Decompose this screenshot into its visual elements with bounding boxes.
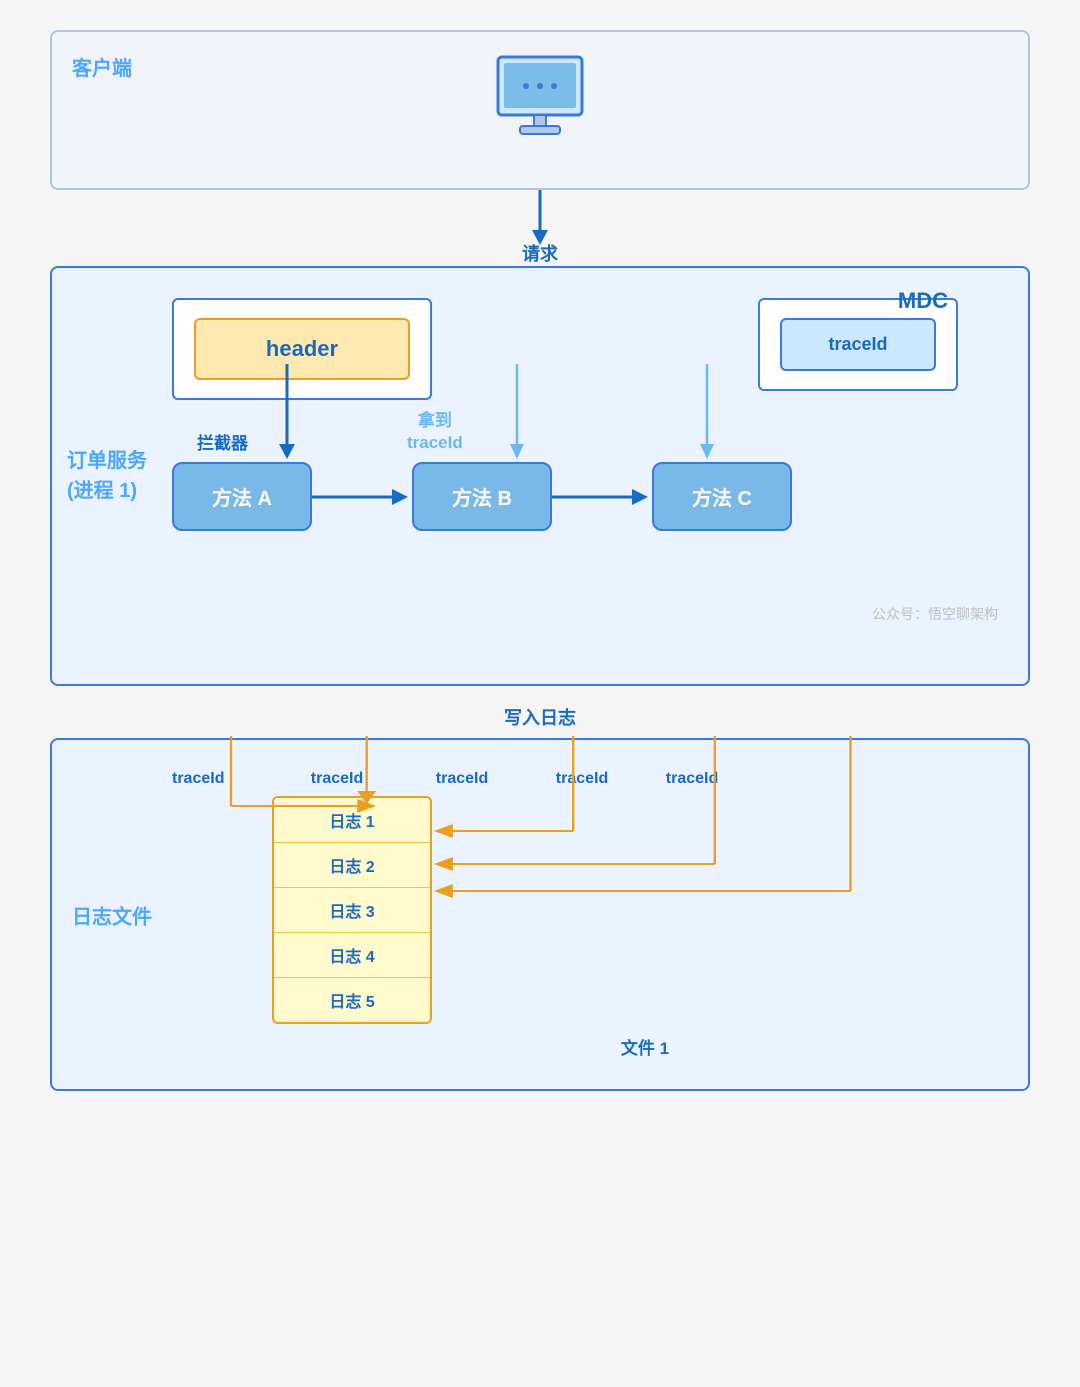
grab-traceid-label: 拿到 traceId	[407, 410, 463, 454]
log-item-5: 日志 5	[274, 978, 430, 1022]
arrow-b-to-c	[552, 477, 652, 517]
client-section: 客户端	[50, 30, 1030, 190]
monitor-icon	[490, 52, 590, 142]
file-label: 文件 1	[292, 1034, 998, 1059]
write-log-label: 写入日志	[504, 692, 576, 738]
method-b-box: 方法 B	[412, 462, 552, 531]
service-section: 订单服务 (进程 1) MDC header traceId 拦截器 拿到 tr…	[50, 266, 1030, 686]
arrow-traceid-to-method-b	[502, 364, 532, 464]
write-log-section: 写入日志	[504, 686, 576, 738]
client-label: 客户端	[72, 52, 132, 81]
log-label: 日志文件	[72, 900, 152, 929]
request-label: 请求	[522, 240, 558, 266]
mdc-label: MDC	[898, 288, 948, 314]
traceid-box: traceId	[780, 318, 936, 371]
client-monitor	[490, 52, 590, 142]
log-inner: traceId traceId traceId traceId traceId …	[172, 760, 998, 1059]
arrow-traceid-to-method-c	[692, 364, 722, 464]
method-c-box: 方法 C	[652, 462, 792, 531]
diagram-container: 客户端 请求 订单服务	[50, 30, 1030, 1091]
methods-row: 方法 A 方法 B 方法 C	[172, 462, 998, 531]
log-area: 日志 1 日志 2 日志 3 日志 4 日志 5	[172, 796, 998, 1024]
service-inner: header traceId 拦截器 拿到 traceId	[172, 288, 998, 531]
log-section: 日志文件 traceId traceId traceId traceId tra…	[50, 738, 1030, 1091]
watermark: 公众号：悟空聊架构	[872, 604, 998, 624]
log-arrows	[172, 736, 998, 956]
request-arrow-container: 请求	[520, 190, 560, 266]
header-outer-box: header	[172, 298, 432, 400]
method-a-box: 方法 A	[172, 462, 312, 531]
intercept-label: 拦截器	[197, 429, 248, 454]
arrow-header-to-method	[272, 364, 302, 464]
arrow-a-to-b	[312, 477, 412, 517]
header-box: header	[194, 318, 410, 380]
service-label: 订单服务 (进程 1)	[67, 446, 147, 506]
